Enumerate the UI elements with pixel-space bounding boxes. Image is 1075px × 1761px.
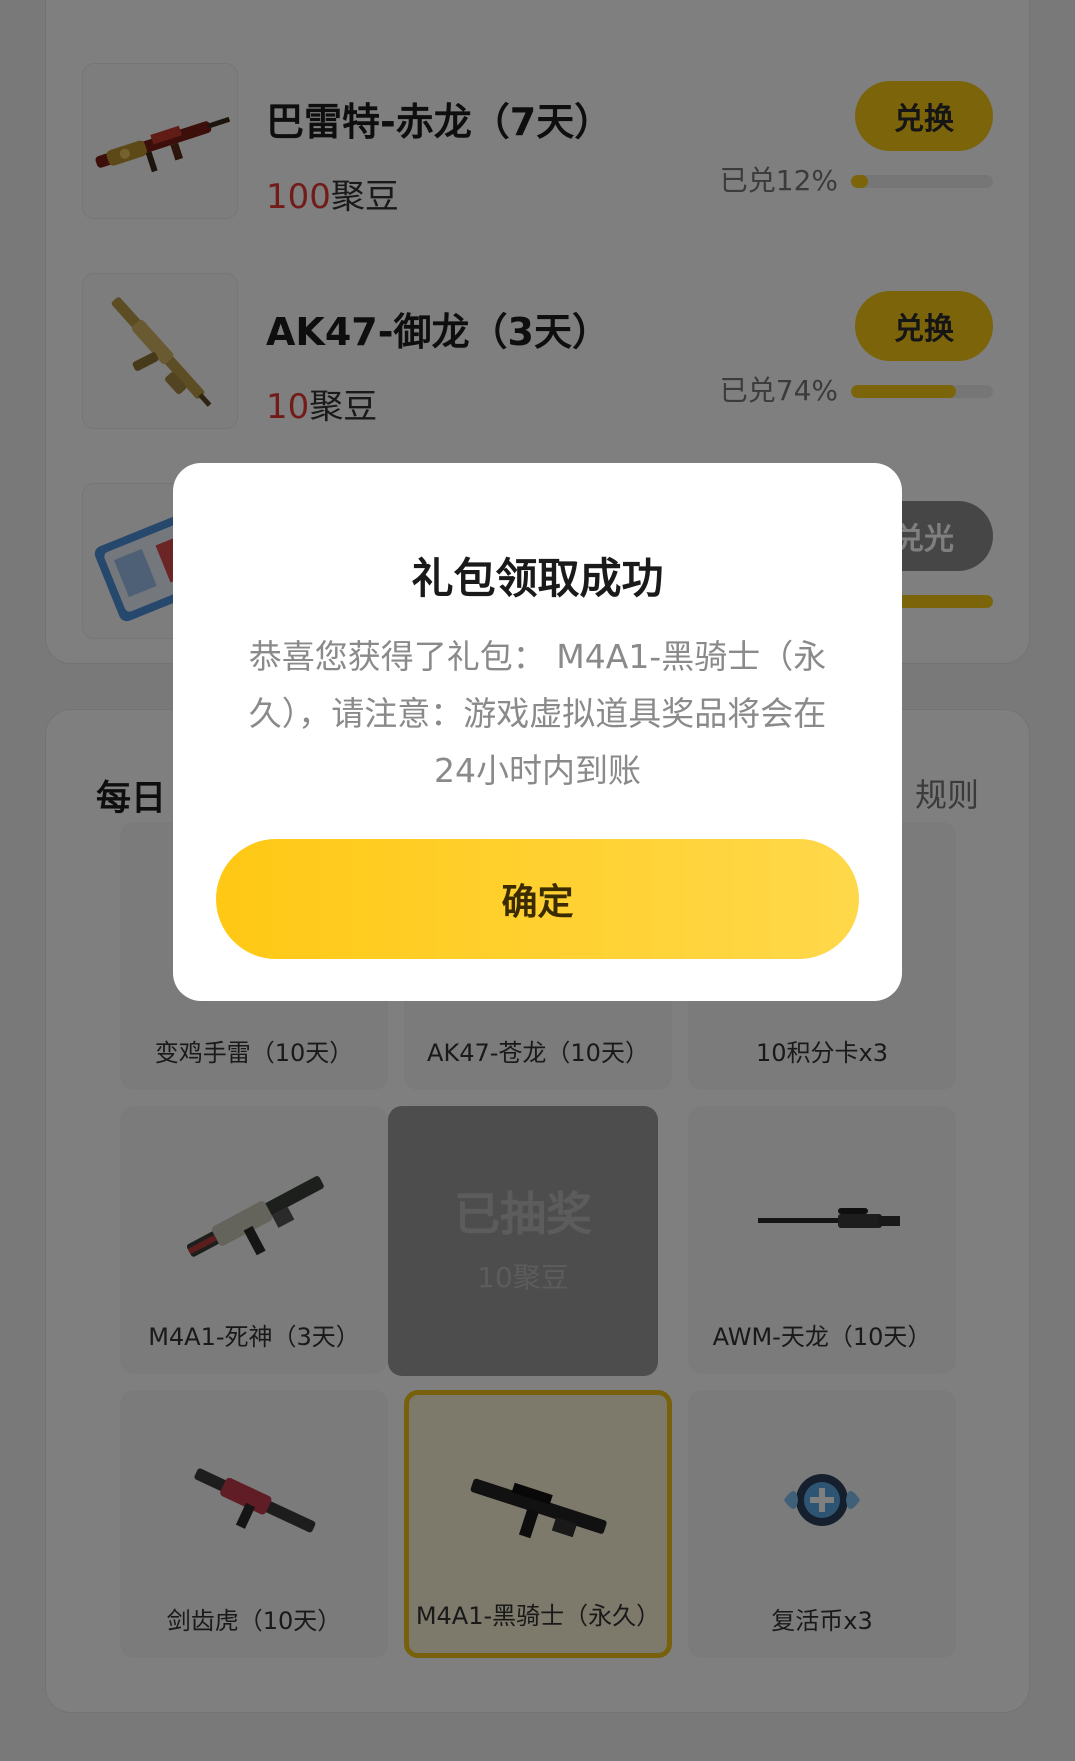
- confirm-button[interactable]: 确定: [216, 839, 859, 959]
- dialog-title: 礼包领取成功: [411, 554, 664, 603]
- gift-success-dialog: 礼包领取成功 恭喜您获得了礼包： M4A1-黑骑士（永久），请注意：游戏虚拟道具…: [173, 463, 902, 1001]
- dialog-message: 恭喜您获得了礼包： M4A1-黑骑士（永久），请注意：游戏虚拟道具奖品将会在24…: [248, 637, 827, 790]
